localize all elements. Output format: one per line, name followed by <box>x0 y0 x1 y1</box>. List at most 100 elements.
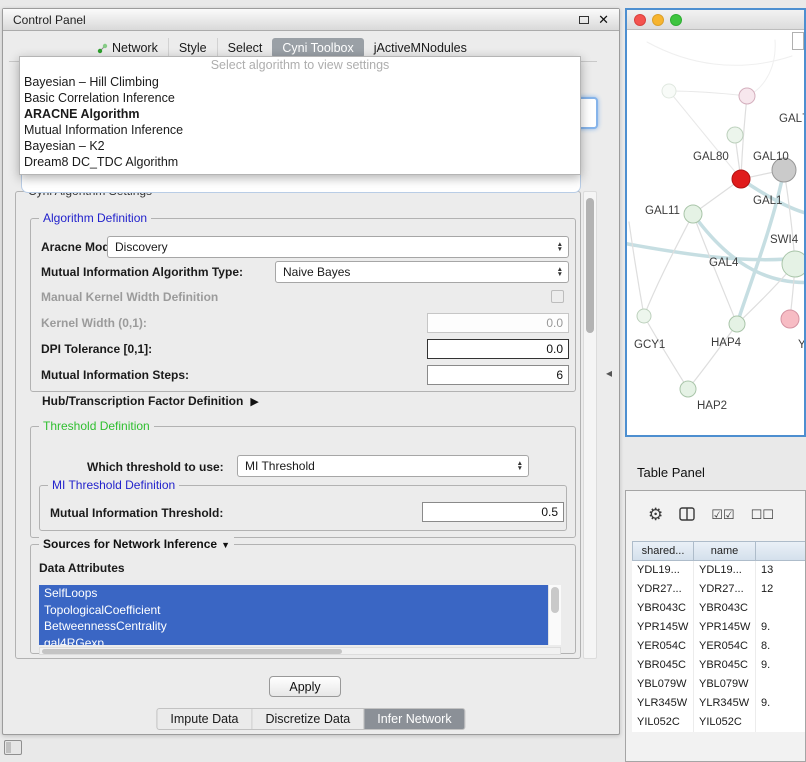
network-node[interactable] <box>729 316 745 332</box>
bottom-tab-infer-network[interactable]: Infer Network <box>363 709 464 729</box>
mi-threshold-input[interactable] <box>422 502 564 522</box>
float-window-icon[interactable] <box>579 16 589 24</box>
sources-title[interactable]: Sources for Network Inference▼ <box>39 537 234 551</box>
table-cell: YDR27... <box>632 580 694 599</box>
column-header[interactable]: name <box>694 541 756 561</box>
threshold-definition-title: Threshold Definition <box>39 419 154 433</box>
control-panel-titlebar[interactable]: Control Panel ✕ <box>3 9 619 31</box>
table-row[interactable]: YIL052CYIL052C <box>632 713 806 732</box>
algorithm-option[interactable]: Bayesian – K2 <box>20 138 580 154</box>
close-window-icon[interactable]: ✕ <box>598 14 609 26</box>
network-node[interactable] <box>732 170 750 188</box>
table-panel-title: Table Panel <box>637 465 705 480</box>
network-edge <box>644 316 688 389</box>
algorithm-definition-title: Algorithm Definition <box>39 211 151 225</box>
network-node[interactable] <box>727 127 743 143</box>
table-row[interactable]: YLR345WYLR345W9. <box>632 694 806 713</box>
columns-icon[interactable] <box>679 507 695 521</box>
scrollbar-thumb[interactable] <box>586 198 594 333</box>
algorithm-option[interactable]: Dream8 DC_TDC Algorithm <box>20 154 580 170</box>
attribute-item[interactable]: TopologicalCoefficient <box>39 602 548 619</box>
settings-scrollbar[interactable] <box>583 191 597 659</box>
algorithm-popup-list: Bayesian – Hill ClimbingBasic Correlatio… <box>20 74 580 170</box>
table-row[interactable]: YDL19...YDL19...13 <box>632 561 806 580</box>
network-node[interactable] <box>662 84 676 98</box>
tab-cyni-toolbox[interactable]: Cyni Toolbox <box>272 38 363 58</box>
network-node[interactable] <box>680 381 696 397</box>
column-header[interactable] <box>756 541 806 561</box>
close-button[interactable] <box>634 14 646 26</box>
tab-network[interactable]: Network <box>87 38 168 58</box>
table-row[interactable]: YBL079WYBL079W <box>632 675 806 694</box>
algorithm-option[interactable]: Bayesian – Hill Climbing <box>20 74 580 90</box>
deselect-all-icon[interactable]: ☐☐ <box>751 506 774 523</box>
network-node-label: GAL4 <box>709 257 739 269</box>
collapse-arrow-down-icon[interactable]: ▼ <box>221 540 230 550</box>
network-edge <box>669 91 747 96</box>
table-cell: YLR345W <box>694 694 756 713</box>
scrollbar-thumb[interactable] <box>42 649 342 654</box>
attribute-table: shared...name YDL19...YDL19...13YDR27...… <box>632 541 806 732</box>
minimize-button[interactable] <box>652 14 664 26</box>
mi-steps-input[interactable] <box>427 365 569 385</box>
table-row[interactable]: YBR045CYBR045C9. <box>632 656 806 675</box>
network-node-label: GAL80 <box>693 151 729 163</box>
tab-select[interactable]: Select <box>217 38 273 58</box>
mi-threshold-label: Mutual Information Threshold: <box>50 506 223 520</box>
bottom-tab-impute-data[interactable]: Impute Data <box>157 709 251 729</box>
attribute-item[interactable]: SelfLoops <box>39 585 548 602</box>
scrollbar-thumb[interactable] <box>551 587 559 613</box>
select-all-icon[interactable]: ☑☑ <box>711 506 734 523</box>
network-node[interactable] <box>739 88 755 104</box>
attribute-list-scrollbar[interactable] <box>548 585 561 645</box>
network-node[interactable] <box>781 310 799 328</box>
network-node[interactable] <box>782 251 804 277</box>
algorithm-option[interactable]: Basic Correlation Inference <box>20 90 580 106</box>
tab-label: Style <box>179 41 207 55</box>
manual-kernel-label: Manual Kernel Width Definition <box>41 290 218 304</box>
data-attributes-list[interactable]: SelfLoopsTopologicalCoefficientBetweenne… <box>39 585 561 645</box>
tab-jactivemnodules[interactable]: jActiveMNodules <box>364 38 477 58</box>
table-row[interactable]: YDR27...YDR27...12 <box>632 580 806 599</box>
algorithm-option[interactable]: Mutual Information Inference <box>20 122 580 138</box>
table-cell: YDR27... <box>694 580 756 599</box>
restore-panel-icon[interactable] <box>4 740 22 755</box>
network-node[interactable] <box>637 309 651 323</box>
expand-arrow-icon[interactable]: ▶ <box>250 395 258 408</box>
network-tab-icon <box>97 43 108 54</box>
algorithm-option[interactable]: ARACNE Algorithm <box>20 106 580 122</box>
collapse-panel-icon[interactable]: ◂ <box>606 366 612 380</box>
combo-arrows-icon: ▲▼ <box>557 242 568 252</box>
network-node-label: GAL10 <box>753 151 789 163</box>
aracne-mode-select[interactable]: Discovery ▲▼ <box>107 236 569 258</box>
column-header[interactable]: shared... <box>632 541 694 561</box>
tab-style[interactable]: Style <box>168 38 217 58</box>
window-buttons: ✕ <box>579 14 609 26</box>
which-threshold-select[interactable]: MI Threshold ▲▼ <box>237 455 529 477</box>
hub-definition-label: Hub/Transcription Factor Definition <box>42 394 243 408</box>
tab-label: Network <box>112 41 158 55</box>
window-title: Control Panel <box>13 13 86 27</box>
network-canvas-svg[interactable]: GAL7GAL80GAL10GAL11GAL1SWI4GAL4GCY1HAP4H… <box>627 30 804 435</box>
hub-definition-section[interactable]: Hub/Transcription Factor Definition ▶ <box>42 394 259 408</box>
apply-button[interactable]: Apply <box>269 676 341 697</box>
gear-icon[interactable]: ⚙ <box>648 506 663 523</box>
attribute-list-hscrollbar[interactable] <box>39 647 561 655</box>
table-cell: 9. <box>756 656 806 675</box>
dpi-tolerance-input[interactable] <box>427 339 569 359</box>
attribute-item[interactable]: BetweennessCentrality <box>39 618 548 635</box>
bottom-tab-discretize-data[interactable]: Discretize Data <box>252 709 364 729</box>
combo-arrows-icon: ▲▼ <box>517 461 528 471</box>
table-row[interactable]: YER054CYER054C8. <box>632 637 806 656</box>
network-node[interactable] <box>684 205 702 223</box>
table-row[interactable]: YPR145WYPR145W9. <box>632 618 806 637</box>
table-row[interactable]: YBR043CYBR043C <box>632 599 806 618</box>
table-cell: YBL079W <box>632 675 694 694</box>
mi-algorithm-type-select[interactable]: Naive Bayes ▲▼ <box>275 261 569 283</box>
aracne-mode-value: Discovery <box>115 240 168 254</box>
network-window: GAL7GAL80GAL10GAL11GAL1SWI4GAL4GCY1HAP4H… <box>625 8 806 437</box>
table-cell: YIL052C <box>694 713 756 732</box>
zoom-button[interactable] <box>670 14 682 26</box>
network-window-titlebar[interactable] <box>627 10 804 30</box>
attribute-item[interactable]: gal4RGexp <box>39 635 548 646</box>
